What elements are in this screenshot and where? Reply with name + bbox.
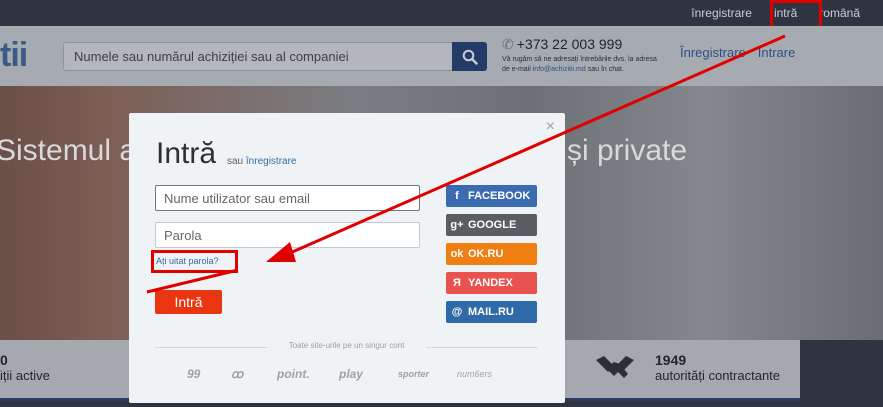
top-nav: înregistrare intră română <box>680 0 871 26</box>
modal-subtitle: sau înregistrare <box>227 156 297 167</box>
site-logo[interactable]: tii <box>0 36 28 75</box>
forgot-password-link[interactable]: Ați uitat parola? <box>156 256 219 266</box>
partner-logo-numbers[interactable]: num6ers <box>457 369 492 379</box>
password-field-wrap <box>155 222 420 248</box>
password-field[interactable] <box>156 223 419 247</box>
top-bar: înregistrare intră română <box>0 0 883 26</box>
search-box <box>63 42 452 71</box>
partner-logo-99[interactable]: 99 <box>187 367 200 381</box>
header-register-link[interactable]: Înregistrare <box>680 45 746 60</box>
google-plus-icon: g+ <box>450 219 464 231</box>
search-icon <box>462 49 478 65</box>
odnoklassniki-icon: ok <box>450 248 464 260</box>
modal-register-link[interactable]: înregistrare <box>246 156 297 167</box>
yandex-login-button[interactable]: Я YANDEX <box>446 272 537 294</box>
yandex-icon: Я <box>453 277 461 289</box>
partner-logo-sporter[interactable]: sporter <box>398 369 429 379</box>
phone-number: +373 22 003 999 <box>516 36 623 52</box>
google-login-button[interactable]: g+ GOOGLE <box>446 214 537 236</box>
partner-logo-play[interactable]: play <box>339 367 363 381</box>
okru-login-button[interactable]: ok OK.RU <box>446 243 537 265</box>
mailru-login-button[interactable]: @ MAIL.RU <box>446 301 537 323</box>
partners-divider: Toate site-urile pe un singur cont <box>155 341 538 353</box>
modal-title: Intră <box>156 137 217 170</box>
username-field-wrap <box>155 185 420 211</box>
topnav-login-link[interactable]: intră <box>763 0 808 26</box>
partner-logo-point[interactable]: point. <box>277 367 310 381</box>
search-input[interactable] <box>64 43 452 70</box>
site-header: tii ✆+373 22 003 999 Vă rugăm să ne adre… <box>0 26 883 86</box>
partner-logos: 99 ꝏ point. play sporter num6ers <box>179 367 509 387</box>
topnav-register-link[interactable]: înregistrare <box>680 0 763 26</box>
mailru-icon: @ <box>451 306 463 318</box>
facebook-icon: f <box>455 190 459 202</box>
phone-icon: ✆ <box>502 36 514 52</box>
stat-active: 0 iții active <box>0 352 50 383</box>
handshake-icon <box>596 356 634 378</box>
search-button[interactable] <box>452 42 487 71</box>
close-icon[interactable]: × <box>546 118 555 136</box>
stat-authorities: 1949 autorități contractante <box>655 352 781 383</box>
facebook-login-button[interactable]: f FACEBOOK <box>446 185 537 207</box>
partner-logo-users[interactable]: ꝏ <box>231 367 243 381</box>
hero-text-left: Sistemul a <box>0 134 137 167</box>
contact-info: ✆ +373 22 003 999 Vă rugăm să ne adresați… <box>502 36 672 75</box>
login-modal: × Intră sau înregistrare Ați uitat parol… <box>129 113 565 403</box>
hero-text-right: și private <box>567 134 688 167</box>
contact-email-link[interactable]: info@achizitii.md <box>533 66 586 73</box>
header-links: Înregistrare Intrare <box>680 45 807 60</box>
language-selector[interactable]: română <box>808 0 871 26</box>
login-submit-button[interactable]: Intră <box>155 290 222 314</box>
username-field[interactable] <box>156 186 419 210</box>
contact-note: Vă rugăm să ne adresați întrebările dvs.… <box>502 56 657 73</box>
header-login-link[interactable]: Intrare <box>758 45 796 60</box>
